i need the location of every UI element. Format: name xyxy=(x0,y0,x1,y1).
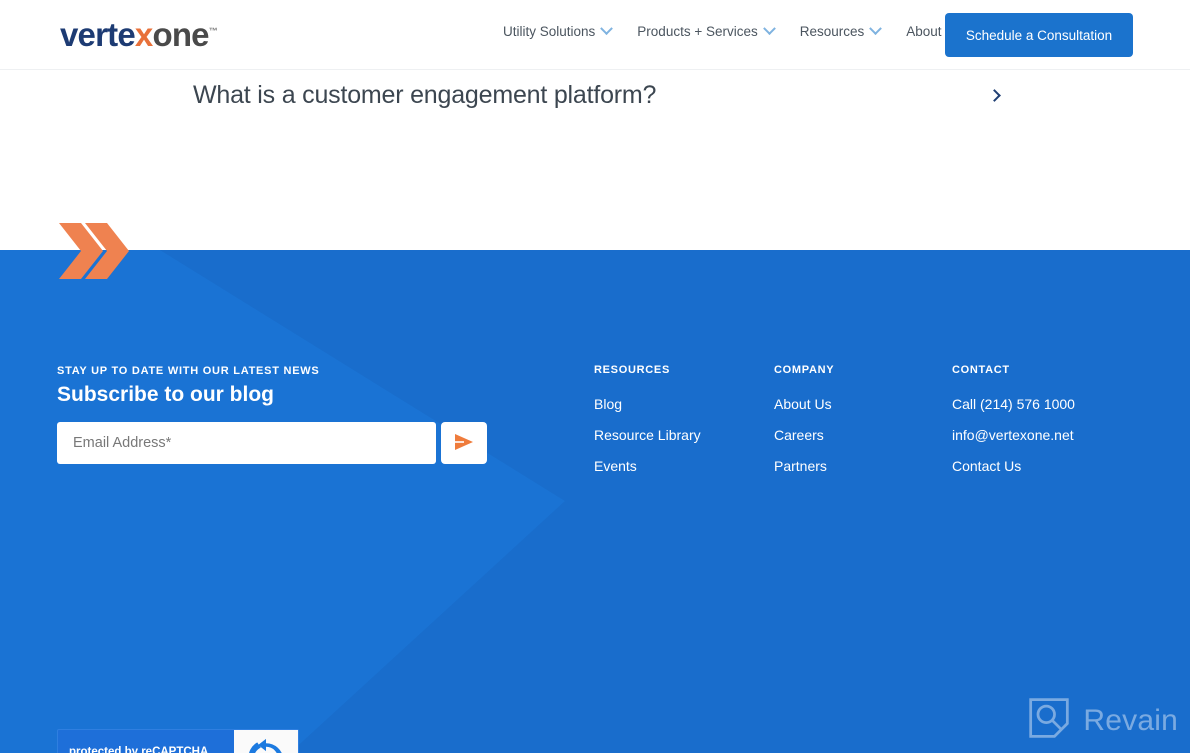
subscribe-submit-button[interactable] xyxy=(441,422,487,464)
logo-text-part1: verte xyxy=(60,16,136,53)
site-header: vertexone™ Utility Solutions Products + … xyxy=(0,0,1190,70)
faq-section: What is a customer engagement platform? xyxy=(0,70,1190,250)
email-input[interactable] xyxy=(57,422,436,464)
recaptcha-protected-label: protected by reCAPTCHA xyxy=(69,745,209,753)
subscribe-heading: Subscribe to our blog xyxy=(57,383,275,406)
nav-item-label: About xyxy=(906,24,942,39)
nav-item-label: Products + Services xyxy=(637,24,758,39)
footer-link-phone[interactable]: Call (214) 576 1000 xyxy=(952,396,1075,412)
logo-trademark: ™ xyxy=(208,26,218,36)
footer-link-events[interactable]: Events xyxy=(594,458,701,474)
footer-link-email[interactable]: info@vertexone.net xyxy=(952,427,1075,443)
footer-column-title: RESOURCES xyxy=(594,364,670,376)
footer-column-contact: CONTACT Call (214) 576 1000 info@vertexo… xyxy=(952,364,1075,489)
footer-column-title: CONTACT xyxy=(952,364,1010,376)
footer-link-blog[interactable]: Blog xyxy=(594,396,701,412)
double-chevron-right-icon xyxy=(57,221,129,281)
recaptcha-text: protected by reCAPTCHA Privacy - Terms xyxy=(58,744,234,753)
recaptcha-badge[interactable]: protected by reCAPTCHA Privacy - Terms xyxy=(57,729,299,753)
nav-item-utility-solutions[interactable]: Utility Solutions xyxy=(490,20,624,43)
nav-item-label: Utility Solutions xyxy=(503,24,596,39)
footer-content: STAY UP TO DATE WITH OUR LATEST NEWS Sub… xyxy=(0,250,1190,753)
site-footer: STAY UP TO DATE WITH OUR LATEST NEWS Sub… xyxy=(0,250,1190,753)
schedule-consultation-button[interactable]: Schedule a Consultation xyxy=(945,13,1133,57)
footer-link-about-us[interactable]: About Us xyxy=(774,396,834,412)
chevron-down-icon xyxy=(869,22,883,36)
footer-column-company: COMPANY About Us Careers Partners xyxy=(774,364,834,489)
logo-text-part2: one xyxy=(152,16,209,53)
page-root: vertexone™ Utility Solutions Products + … xyxy=(0,0,1190,753)
nav-item-products-services[interactable]: Products + Services xyxy=(624,20,786,43)
logo-text-x: x xyxy=(134,16,153,53)
footer-link-contact-us[interactable]: Contact Us xyxy=(952,458,1075,474)
footer-link-partners[interactable]: Partners xyxy=(774,458,834,474)
header-logo[interactable]: vertexone™ xyxy=(60,18,218,51)
footer-column-title: COMPANY xyxy=(774,364,835,376)
footer-link-resource-library[interactable]: Resource Library xyxy=(594,427,701,443)
faq-question-text: What is a customer engagement platform? xyxy=(193,80,657,109)
nav-item-label: Resources xyxy=(799,24,865,39)
footer-column-resources: RESOURCES Blog Resource Library Events xyxy=(594,364,701,489)
main-navigation: Utility Solutions Products + Services Re… xyxy=(490,20,971,43)
chevron-down-icon xyxy=(600,22,614,36)
chevron-down-icon xyxy=(762,22,776,36)
send-arrow-icon xyxy=(453,432,475,455)
subscribe-eyebrow: STAY UP TO DATE WITH OUR LATEST NEWS xyxy=(57,365,320,377)
nav-item-resources[interactable]: Resources xyxy=(787,20,894,43)
faq-accordion-item[interactable]: What is a customer engagement platform? xyxy=(193,70,1005,120)
recaptcha-logo-icon xyxy=(234,730,298,753)
chevron-right-icon[interactable] xyxy=(988,88,1001,102)
footer-link-careers[interactable]: Careers xyxy=(774,427,834,443)
